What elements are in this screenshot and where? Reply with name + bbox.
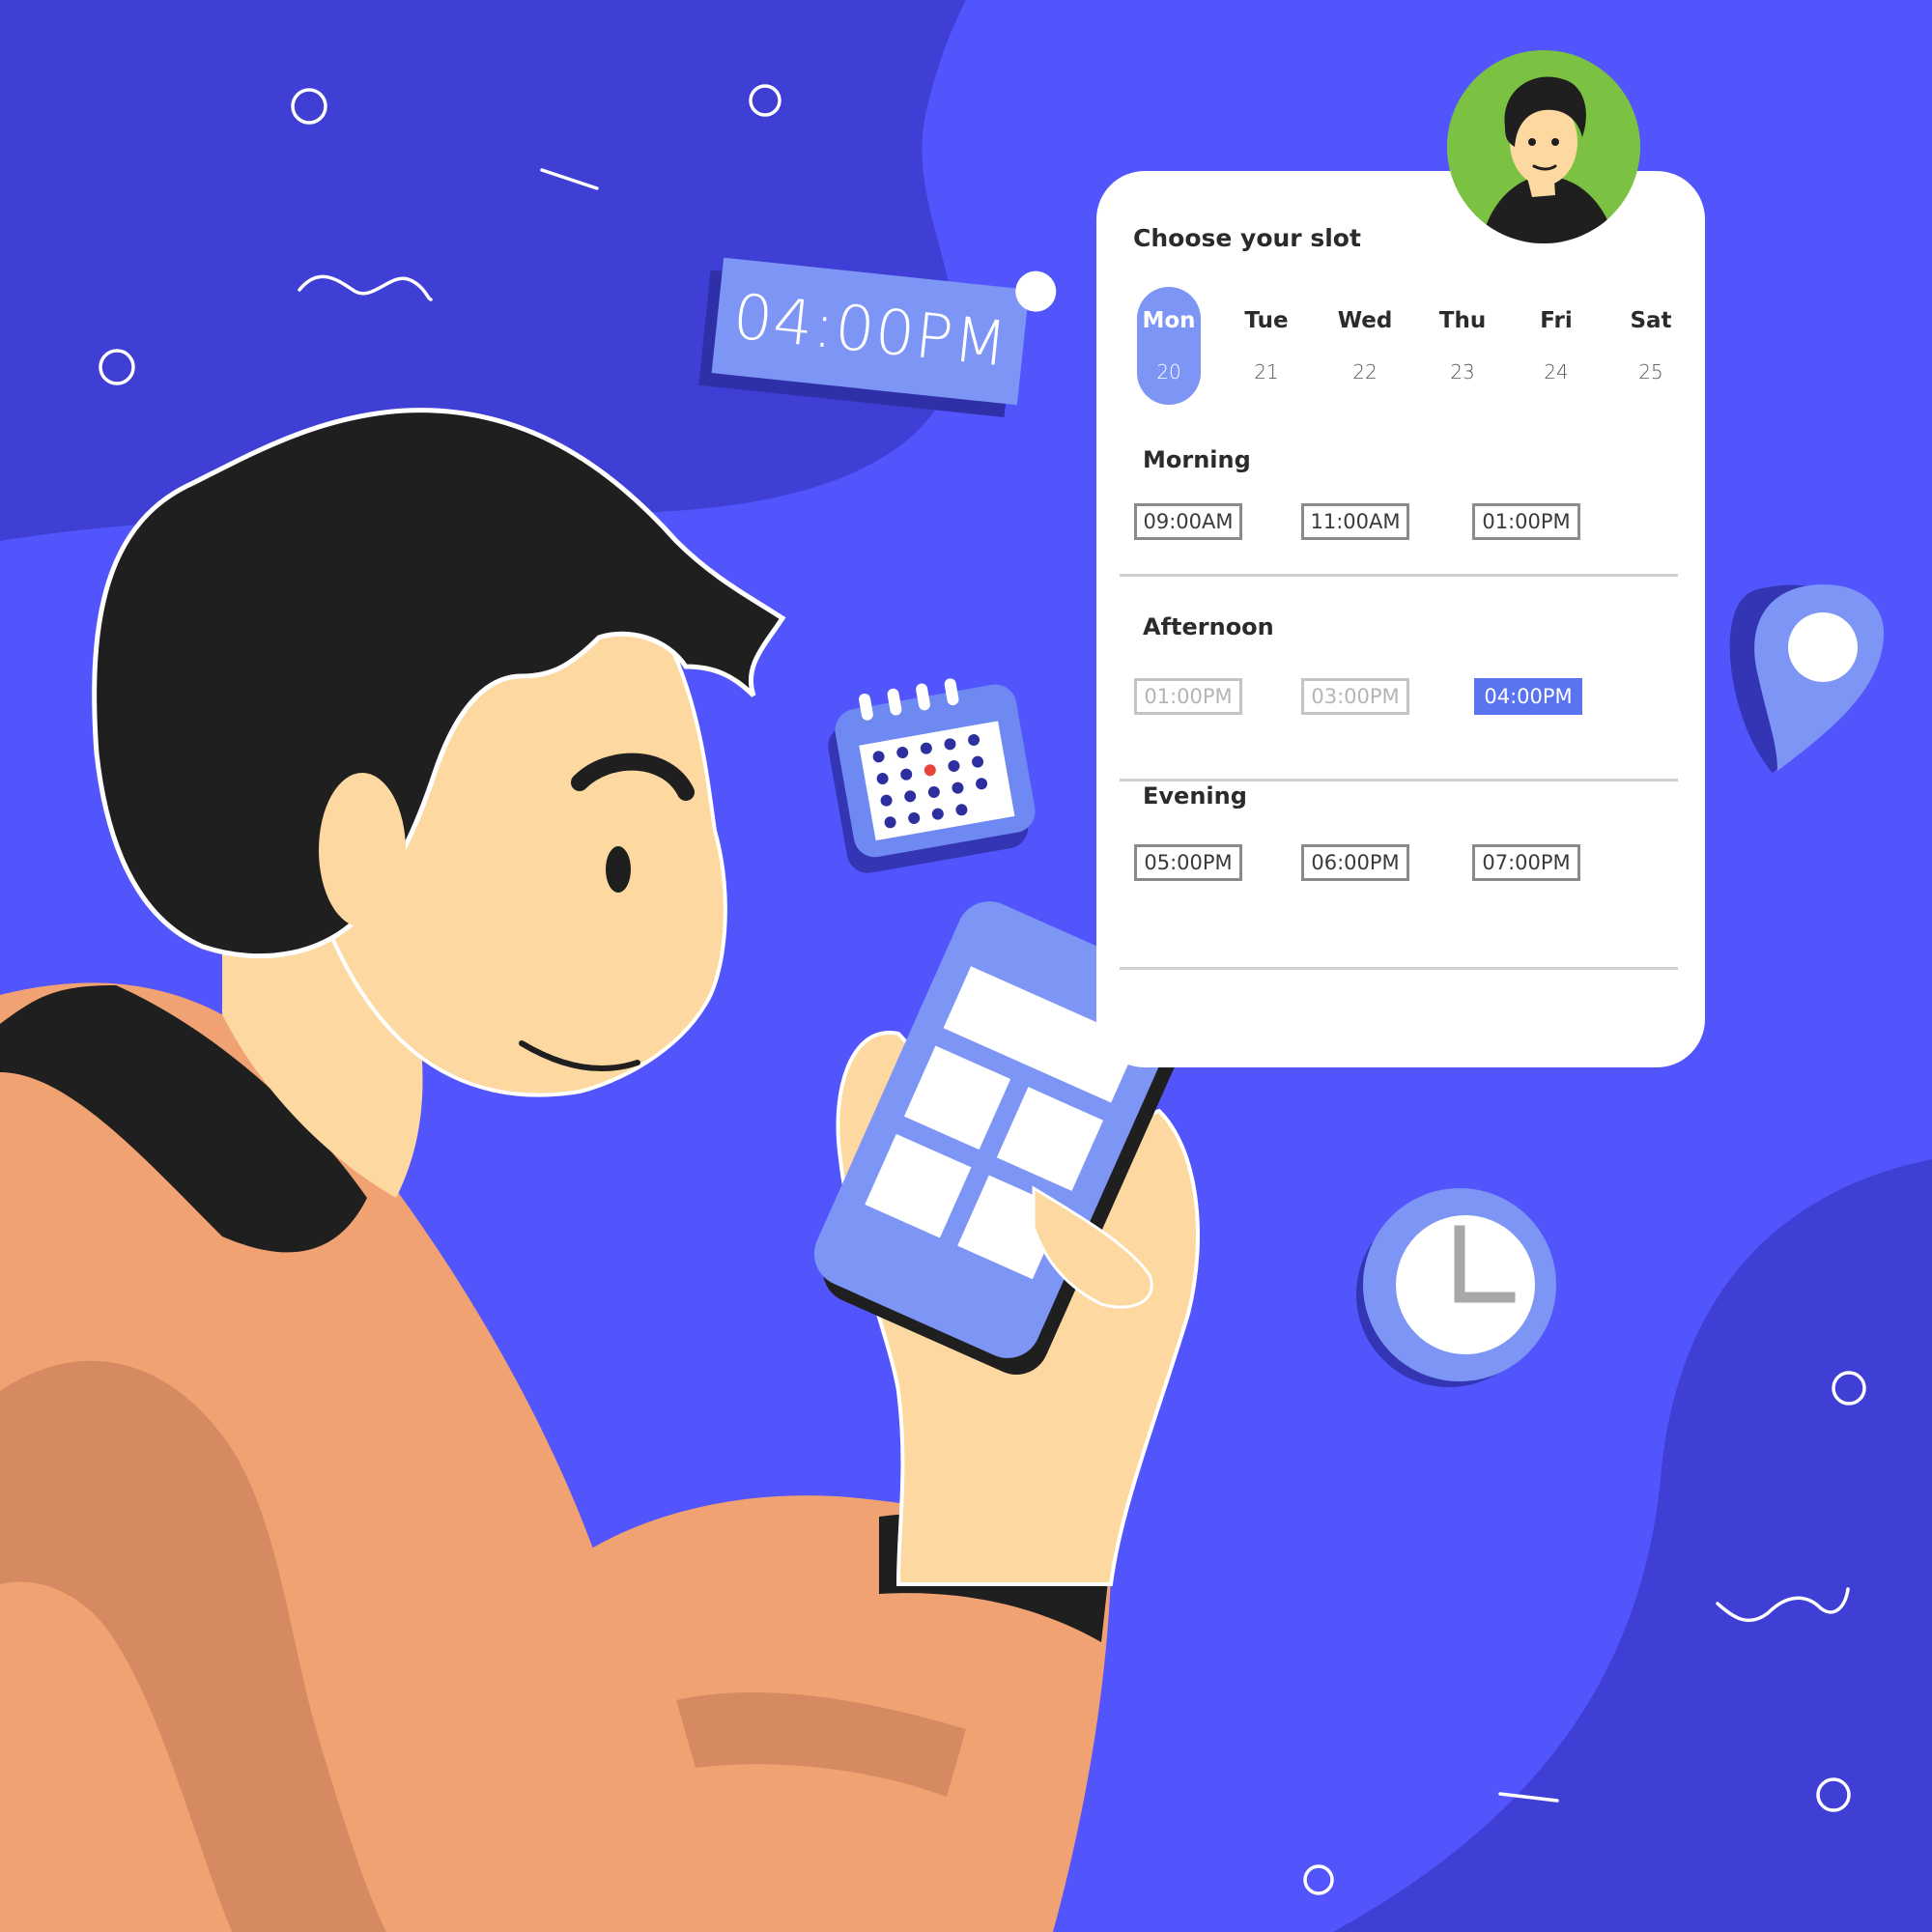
section-afternoon-label: Afternoon: [1143, 613, 1274, 640]
avatar-icon: [1447, 50, 1640, 243]
day-name: Fri: [1540, 308, 1573, 333]
divider: [1120, 574, 1678, 577]
day-date: 21: [1254, 360, 1279, 384]
divider: [1120, 967, 1678, 970]
day-name: Thu: [1438, 308, 1487, 333]
slot-evening-2[interactable]: 06:00PM: [1301, 844, 1409, 881]
day-wed[interactable]: Wed 22: [1333, 287, 1397, 405]
day-date: 25: [1638, 360, 1663, 384]
card-title: Choose your slot: [1133, 224, 1361, 252]
slot-afternoon-2: 03:00PM: [1301, 678, 1409, 715]
day-mon[interactable]: Mon 20: [1137, 287, 1201, 405]
slot-evening-1[interactable]: 05:00PM: [1134, 844, 1242, 881]
slot-afternoon-selected[interactable]: 04:00PM: [1474, 678, 1582, 715]
day-name: Mon: [1142, 308, 1196, 333]
day-date: 24: [1544, 360, 1569, 384]
day-sat[interactable]: Sat 25: [1619, 287, 1683, 405]
slot-afternoon-1: 01:00PM: [1134, 678, 1242, 715]
day-name: Tue: [1244, 308, 1289, 333]
divider: [1120, 779, 1678, 781]
day-tue[interactable]: Tue 21: [1235, 287, 1298, 405]
day-date: 22: [1352, 360, 1378, 384]
slot-morning-3[interactable]: 01:00PM: [1472, 503, 1580, 540]
avatar-portrait: [1481, 76, 1616, 243]
slot-booking-card: Choose your slot Mon 20 Tue 21 Wed 22 Th…: [1096, 171, 1705, 1067]
slot-morning-2[interactable]: 11:00AM: [1301, 503, 1409, 540]
day-date: 23: [1450, 360, 1475, 384]
day-fri[interactable]: Fri 24: [1524, 287, 1588, 405]
day-date: 20: [1156, 360, 1181, 384]
day-name: Sat: [1630, 308, 1672, 333]
section-morning-label: Morning: [1143, 446, 1251, 473]
slot-morning-1[interactable]: 09:00AM: [1134, 503, 1242, 540]
slot-evening-3[interactable]: 07:00PM: [1472, 844, 1580, 881]
day-name: Wed: [1337, 308, 1393, 333]
eye: [606, 846, 631, 893]
day-thu[interactable]: Thu 23: [1431, 287, 1494, 405]
ear: [319, 773, 406, 927]
section-evening-label: Evening: [1143, 782, 1247, 810]
